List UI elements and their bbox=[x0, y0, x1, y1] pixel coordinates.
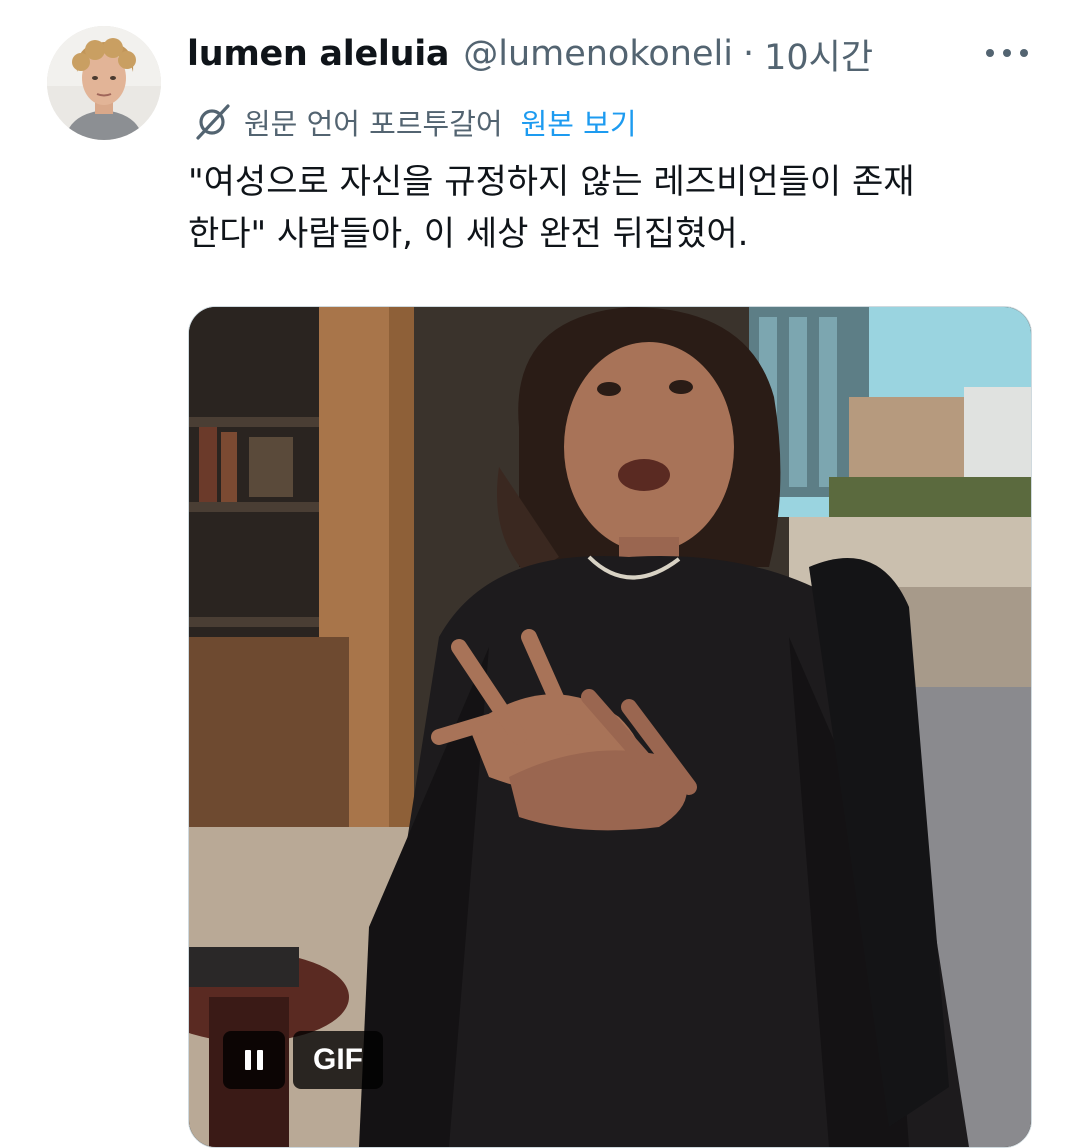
tweet-timestamp[interactable]: 10시간 bbox=[764, 29, 873, 80]
source-language-label: 원문 언어 포르투갈어 bbox=[244, 107, 503, 141]
gif-badge: GIF bbox=[293, 1031, 383, 1089]
gif-controls: GIF bbox=[223, 1031, 383, 1089]
author-display-name[interactable]: lumen aleluia bbox=[187, 34, 450, 74]
avatar[interactable] bbox=[47, 26, 161, 140]
tweet-text: "여성으로 자신을 규정하지 않는 레즈비언들이 존재 한다" 사람들아, 이 … bbox=[188, 162, 915, 254]
gif-media[interactable]: GIF bbox=[188, 306, 1032, 1148]
tweet-header: lumen aleluia @lumenokoneli · 10시간 bbox=[187, 30, 873, 78]
view-original-link[interactable]: 원본 보기 bbox=[521, 101, 637, 143]
translate-icon bbox=[190, 100, 234, 144]
more-horizontal-icon bbox=[986, 49, 994, 57]
pause-button[interactable] bbox=[223, 1031, 285, 1089]
translation-bar: 원문 언어 포르투갈어 원본 보기 bbox=[190, 100, 637, 144]
separator-dot: · bbox=[742, 34, 755, 74]
pause-icon bbox=[245, 1050, 251, 1070]
author-handle[interactable]: @lumenokoneli bbox=[463, 34, 733, 74]
gif-frame bbox=[189, 307, 1031, 1147]
profile-photo bbox=[47, 26, 161, 140]
more-options-button[interactable] bbox=[986, 38, 1028, 68]
